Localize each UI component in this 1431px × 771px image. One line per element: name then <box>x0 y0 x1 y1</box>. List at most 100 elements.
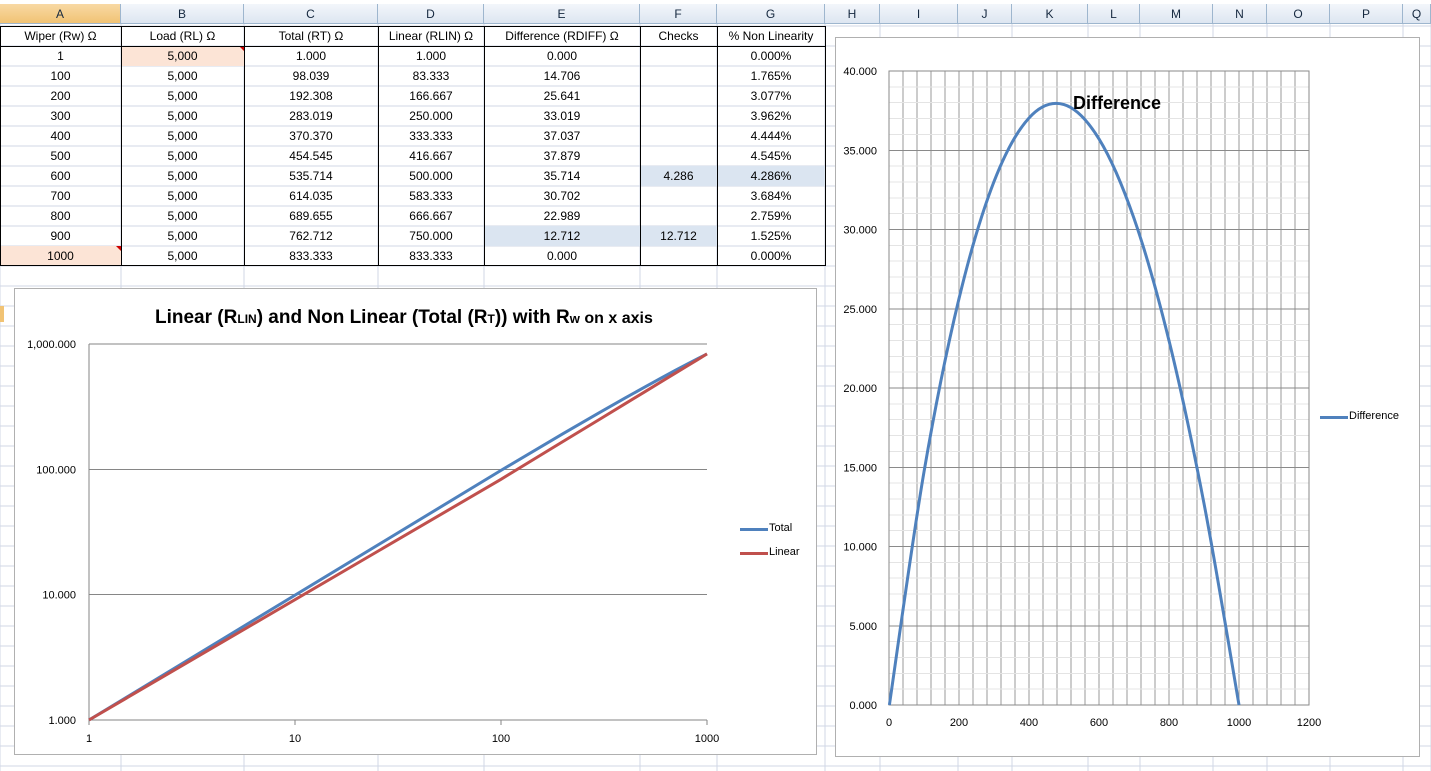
column-header-n[interactable]: N <box>1213 4 1267 24</box>
cell-nonlin[interactable]: 1.765% <box>717 66 825 86</box>
comment-indicator[interactable] <box>239 46 244 51</box>
cell-total[interactable]: 192.308 <box>244 86 378 106</box>
cell-total[interactable]: 283.019 <box>244 106 378 126</box>
cell-diff[interactable]: 0.000 <box>484 246 640 266</box>
column-header-g[interactable]: G <box>717 4 825 24</box>
column-header-b[interactable]: B <box>121 4 244 24</box>
cell-check[interactable]: 4.286 <box>640 166 717 186</box>
cell-load[interactable]: 5,000 <box>121 226 244 246</box>
column-header-d[interactable]: D <box>378 4 484 24</box>
cell-total[interactable]: 535.714 <box>244 166 378 186</box>
log-chart[interactable]: Linear (RLIN) and Non Linear (Total (RT)… <box>14 288 817 755</box>
column-header-l[interactable]: L <box>1088 4 1140 24</box>
cell-nonlin[interactable]: 0.000% <box>717 246 825 266</box>
cell-total[interactable]: 98.039 <box>244 66 378 86</box>
cell-linear[interactable]: 833.333 <box>378 246 484 266</box>
header-difference[interactable]: Difference (RDIFF) Ω <box>484 26 640 46</box>
cell-wiper[interactable]: 300 <box>0 106 121 126</box>
cell-check[interactable] <box>640 146 717 166</box>
cell-wiper[interactable]: 1 <box>0 46 121 66</box>
column-header-p[interactable]: P <box>1330 4 1403 24</box>
header-total[interactable]: Total (RT) Ω <box>244 26 378 46</box>
cell-nonlin[interactable]: 3.077% <box>717 86 825 106</box>
cell-check[interactable] <box>640 106 717 126</box>
cell-check[interactable] <box>640 86 717 106</box>
cell-total[interactable]: 762.712 <box>244 226 378 246</box>
cell-nonlin[interactable]: 4.444% <box>717 126 825 146</box>
cell-diff[interactable]: 14.706 <box>484 66 640 86</box>
cell-total[interactable]: 454.545 <box>244 146 378 166</box>
cell-load[interactable]: 5,000 <box>121 166 244 186</box>
cell-linear[interactable]: 750.000 <box>378 226 484 246</box>
cell-linear[interactable]: 666.667 <box>378 206 484 226</box>
cell-load[interactable]: 5,000 <box>121 66 244 86</box>
cell-check[interactable] <box>640 126 717 146</box>
cell-diff[interactable]: 37.879 <box>484 146 640 166</box>
cell-nonlin[interactable]: 2.759% <box>717 206 825 226</box>
cell-nonlin[interactable]: 1.525% <box>717 226 825 246</box>
cell-load[interactable]: 5,000 <box>121 126 244 146</box>
difference-chart[interactable]: 0.000 5.000 10.000 15.000 20.000 25.000 30.000… <box>835 37 1420 757</box>
cell-linear[interactable]: 500.000 <box>378 166 484 186</box>
cell-load[interactable]: 5,000 <box>121 206 244 226</box>
cell-total[interactable]: 370.370 <box>244 126 378 146</box>
column-header-f[interactable]: F <box>640 4 717 24</box>
cell-diff[interactable]: 30.702 <box>484 186 640 206</box>
cell-linear[interactable]: 166.667 <box>378 86 484 106</box>
cell-nonlin[interactable]: 0.000% <box>717 46 825 66</box>
cell-total[interactable]: 833.333 <box>244 246 378 266</box>
cell-total[interactable]: 614.035 <box>244 186 378 206</box>
cell-linear[interactable]: 83.333 <box>378 66 484 86</box>
cell-linear[interactable]: 250.000 <box>378 106 484 126</box>
column-header-e[interactable]: E <box>484 4 640 24</box>
column-header-o[interactable]: O <box>1267 4 1330 24</box>
column-header-j[interactable]: J <box>958 4 1012 24</box>
cell-diff[interactable]: 22.989 <box>484 206 640 226</box>
cell-wiper[interactable]: 800 <box>0 206 121 226</box>
cell-linear[interactable]: 416.667 <box>378 146 484 166</box>
cell-wiper[interactable]: 500 <box>0 146 121 166</box>
column-header-k[interactable]: K <box>1012 4 1088 24</box>
cell-wiper[interactable]: 400 <box>0 126 121 146</box>
cell-load[interactable]: 5,000 <box>121 146 244 166</box>
cell-check[interactable] <box>640 206 717 226</box>
cell-wiper[interactable]: 1000 <box>0 246 121 266</box>
cell-load[interactable]: 5,000 <box>121 46 244 66</box>
cell-diff[interactable]: 37.037 <box>484 126 640 146</box>
cell-check[interactable]: 12.712 <box>640 226 717 246</box>
cell-wiper[interactable]: 900 <box>0 226 121 246</box>
cell-wiper[interactable]: 600 <box>0 166 121 186</box>
cell-total[interactable]: 689.655 <box>244 206 378 226</box>
cell-wiper[interactable]: 700 <box>0 186 121 206</box>
column-header-h[interactable]: H <box>825 4 880 24</box>
cell-diff[interactable]: 25.641 <box>484 86 640 106</box>
header-checks[interactable]: Checks <box>640 26 717 46</box>
cell-check[interactable] <box>640 66 717 86</box>
column-header-a[interactable]: A <box>0 4 121 24</box>
cell-load[interactable]: 5,000 <box>121 106 244 126</box>
cell-nonlin[interactable]: 4.545% <box>717 146 825 166</box>
cell-linear[interactable]: 583.333 <box>378 186 484 206</box>
column-header-q[interactable]: Q <box>1403 4 1431 24</box>
cell-total[interactable]: 1.000 <box>244 46 378 66</box>
cell-nonlin[interactable]: 3.684% <box>717 186 825 206</box>
column-header-i[interactable]: I <box>880 4 958 24</box>
header-linear[interactable]: Linear (RLIN) Ω <box>378 26 484 46</box>
header-wiper[interactable]: Wiper (Rw) Ω <box>0 26 121 46</box>
cell-linear[interactable]: 1.000 <box>378 46 484 66</box>
cell-linear[interactable]: 333.333 <box>378 126 484 146</box>
cell-check[interactable] <box>640 186 717 206</box>
cell-load[interactable]: 5,000 <box>121 186 244 206</box>
column-header-c[interactable]: C <box>244 4 378 24</box>
cell-wiper[interactable]: 100 <box>0 66 121 86</box>
cell-load[interactable]: 5,000 <box>121 86 244 106</box>
cell-check[interactable] <box>640 46 717 66</box>
header-load[interactable]: Load (RL) Ω <box>121 26 244 46</box>
comment-indicator[interactable] <box>116 246 121 251</box>
column-header-m[interactable]: M <box>1140 4 1213 24</box>
cell-nonlin[interactable]: 3.962% <box>717 106 825 126</box>
cell-diff[interactable]: 12.712 <box>484 226 640 246</box>
cell-nonlin[interactable]: 4.286% <box>717 166 825 186</box>
cell-diff[interactable]: 35.714 <box>484 166 640 186</box>
cell-load[interactable]: 5,000 <box>121 246 244 266</box>
